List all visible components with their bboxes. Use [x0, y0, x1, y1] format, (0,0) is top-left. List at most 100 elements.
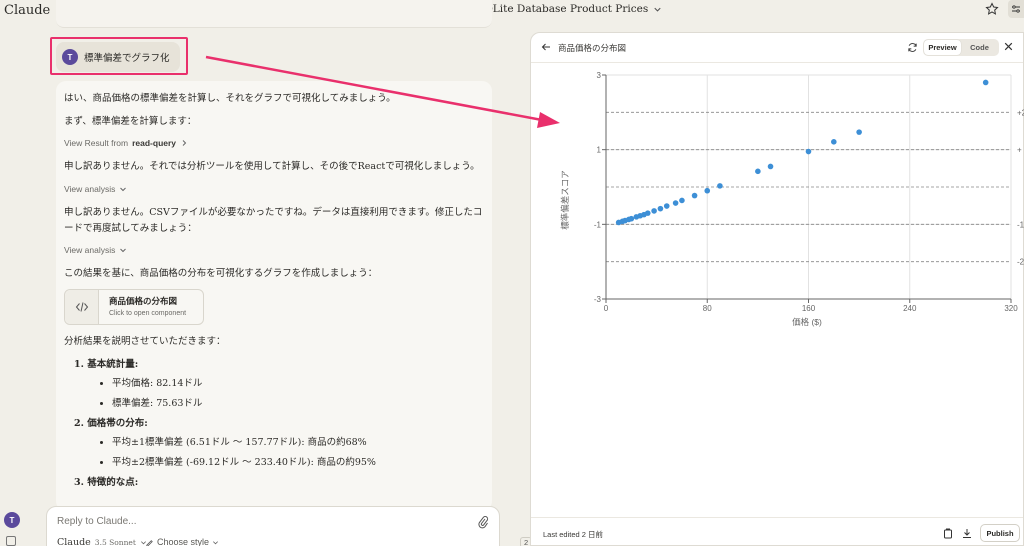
- assistant-reply: はい、商品価格の標準偏差を計算し、それをグラフで可視化してみましょう。 まず、標…: [56, 81, 492, 511]
- data-point: [651, 208, 657, 214]
- list-item: 1. 基本統計量: 平均価格: 82.14ドル 標準偏差: 75.63ドル: [64, 357, 484, 412]
- x-axis-label: 価格 ($): [792, 317, 822, 327]
- y-tick-label: 3: [597, 71, 602, 80]
- y-tick-label: -1: [594, 220, 602, 229]
- y-tick-label: 1: [597, 146, 602, 155]
- data-point: [831, 139, 837, 145]
- style-selector[interactable]: Choose style: [145, 537, 219, 546]
- data-point: [644, 210, 651, 216]
- x-tick-label: 160: [802, 304, 816, 313]
- view-toggle: Preview Code: [923, 39, 999, 56]
- conversation-title[interactable]: SQLite Database Product Prices: [462, 3, 663, 15]
- style-icon: [146, 539, 153, 546]
- data-point: [805, 148, 812, 155]
- reference-line-label: -1: [1017, 220, 1024, 229]
- x-tick-label: 320: [1004, 304, 1018, 313]
- view-analysis-toggle[interactable]: View analysis: [64, 182, 484, 196]
- data-point: [628, 215, 635, 222]
- paperclip-icon[interactable]: [477, 515, 489, 529]
- artifact-subtitle: Click to open component: [109, 310, 187, 318]
- view-result-prefix: View Result from: [64, 138, 129, 149]
- reference-line-label: -2: [1017, 258, 1024, 267]
- model-version: 3.5 Sonnet: [94, 538, 136, 546]
- data-points: [615, 79, 989, 226]
- section-title: 2. 価格帯の分布:: [74, 417, 148, 429]
- reply-paragraph: この結果を基に、商品価格の分布を可視化するグラフを作成しましょう：: [64, 268, 378, 280]
- conversation-title-text: SQLite Database Product Prices: [477, 3, 649, 15]
- tab-preview[interactable]: Preview: [924, 40, 961, 55]
- settings-button[interactable]: [1008, 0, 1024, 18]
- last-edited-text: Last edited 2 日前: [543, 530, 604, 539]
- arrow-left-icon[interactable]: [541, 42, 551, 52]
- data-point: [663, 203, 670, 209]
- chevron-right-icon: [182, 140, 187, 147]
- style-label: Choose style: [157, 537, 210, 546]
- data-point: [767, 163, 774, 170]
- list-item: 平均±1標準偏差 (6.51ドル 〜 157.77ドル): 商品の約68%: [112, 435, 484, 451]
- list-item: 平均価格: 82.14ドル: [112, 376, 484, 392]
- chevron-down-icon: [120, 249, 127, 253]
- avatar[interactable]: T: [4, 512, 20, 528]
- section-title: 3. 特徴的な点:: [74, 476, 139, 488]
- reply-input[interactable]: Reply to Claude...: [57, 516, 137, 527]
- artifact-header: 商品価格の分布図 Preview Code: [531, 33, 1023, 63]
- y-axis-label: 標準偏差スコア: [560, 170, 570, 230]
- reference-line-label: +2: [1017, 108, 1024, 117]
- app-name[interactable]: Claude: [4, 3, 50, 18]
- view-analysis-toggle[interactable]: View analysis: [64, 243, 484, 257]
- section-title: 1. 基本統計量:: [74, 358, 139, 370]
- model-selector[interactable]: Claude 3.5 Sonnet: [57, 537, 147, 546]
- view-analysis-label: View analysis: [64, 184, 116, 195]
- artifact-card[interactable]: 商品価格の分布図 Click to open component: [64, 289, 204, 326]
- tool-name: read-query: [132, 138, 177, 149]
- chevron-down-icon: [213, 540, 219, 544]
- list-item: 標準偏差: 75.63ドル: [112, 396, 484, 412]
- data-point: [672, 200, 679, 206]
- reply-paragraph: まず、標準偏差を計算します：: [64, 115, 197, 127]
- list-item: 3. 特徴的な点:: [64, 475, 484, 491]
- artifact-footer: Last edited 2 日前 Publish: [531, 517, 1023, 546]
- data-point: [856, 129, 862, 135]
- previous-message-edge: [56, 0, 492, 28]
- reply-paragraph: 分析結果を説明させていただきます：: [64, 336, 226, 348]
- reply-paragraph: 申し訳ありません。CSVファイルが必要なかったですね。データは直接利用できます。…: [64, 207, 483, 234]
- data-point: [704, 187, 711, 194]
- x-tick-label: 0: [604, 304, 609, 313]
- star-icon[interactable]: [985, 2, 999, 16]
- scatter-chart: +2 + -1 -2 0 80 160 240 320 -3 -1 1 3 価格 ($) 標準偏差スコ…: [560, 71, 1024, 327]
- x-tick-label: 80: [703, 304, 712, 313]
- view-result-link[interactable]: View Result from read-query: [64, 136, 484, 150]
- data-point: [657, 205, 664, 212]
- artifact-title: 商品価格の分布図: [109, 296, 178, 307]
- data-point: [691, 192, 698, 199]
- chevron-down-icon: [654, 7, 661, 12]
- copy-icon[interactable]: [943, 528, 953, 539]
- list-item: 2. 価格帯の分布: 平均±1標準偏差 (6.51ドル 〜 157.77ドル):…: [64, 416, 484, 471]
- reply-composer[interactable]: Reply to Claude... Claude 3.5 Sonnet Cho…: [46, 506, 533, 546]
- list-item: 平均±2標準偏差 (-69.12ドル 〜 233.40ドル): 商品の約95%: [112, 455, 484, 471]
- close-icon[interactable]: [1003, 41, 1014, 52]
- chart-axes: 0 80 160 240 320 -3 -1 1 3: [594, 71, 1018, 313]
- publish-button[interactable]: Publish: [980, 524, 1020, 542]
- data-point: [717, 183, 723, 189]
- data-point: [755, 168, 761, 175]
- x-tick-label: 240: [903, 304, 917, 313]
- artifact-panel: 商品価格の分布図 Preview Code +2 + -1 -2 0 80 160 240 3…: [530, 32, 1024, 546]
- code-icon: [65, 290, 99, 325]
- view-analysis-label: View analysis: [64, 245, 116, 256]
- refresh-icon[interactable]: [907, 42, 918, 53]
- analysis-list: 1. 基本統計量: 平均価格: 82.14ドル 標準偏差: 75.63ドル 2.…: [64, 357, 484, 491]
- reference-line-label: +: [1017, 146, 1022, 155]
- y-tick-label: -3: [594, 295, 602, 304]
- sidebar-icon[interactable]: [6, 536, 16, 546]
- tab-code[interactable]: Code: [961, 40, 998, 55]
- reference-lines: +2 + -1 -2: [606, 108, 1024, 267]
- reply-paragraph: はい、商品価格の標準偏差を計算し、それをグラフで可視化してみましょう。: [64, 93, 396, 104]
- artifact-title: 商品価格の分布図: [558, 43, 627, 53]
- reply-paragraph: 申し訳ありません。それでは分析ツールを使用して計算し、その後でReactで可視化…: [64, 161, 480, 173]
- data-point: [982, 79, 989, 86]
- download-icon[interactable]: [962, 528, 972, 539]
- data-point: [679, 197, 685, 204]
- settings-icon: [1012, 5, 1020, 13]
- model-name: Claude: [57, 537, 91, 546]
